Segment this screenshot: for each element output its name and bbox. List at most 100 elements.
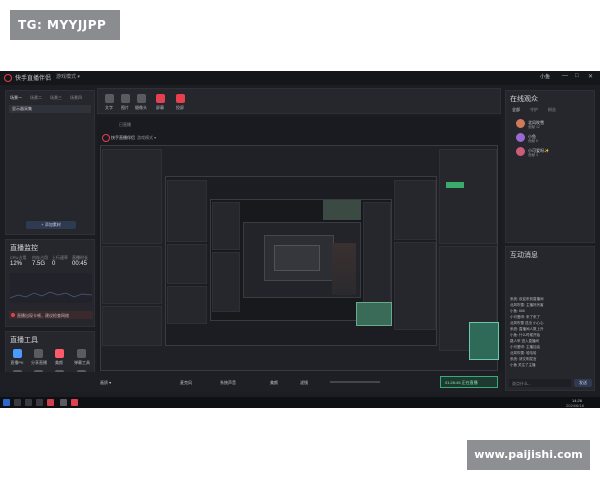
screen-icon: [155, 94, 165, 103]
taskbar-kuaishou-icon[interactable]: [47, 399, 54, 406]
nested3-right-panel: [363, 202, 391, 310]
title-bar: 快手直播伴侣 游戏模式 ▾ 小鱼 — □ ✕: [0, 71, 600, 85]
taskbar: 14:26 2024/6/18: [0, 397, 600, 408]
mode-select[interactable]: 游戏模式 ▾: [56, 73, 80, 80]
maximize-button[interactable]: □: [575, 73, 579, 79]
nested-screen-1: [100, 145, 499, 371]
tab-scene-3[interactable]: 场景三: [50, 95, 62, 101]
nested-screen-2: [165, 176, 437, 346]
screen-source-button[interactable]: 屏幕: [153, 94, 167, 111]
chat-input-placeholder: 说点什么...: [512, 380, 532, 386]
mic-button[interactable]: 麦克风: [180, 380, 192, 386]
close-button[interactable]: ✕: [588, 73, 593, 80]
filter-button[interactable]: 滤镜: [300, 380, 308, 386]
text-source-button[interactable]: 文字: [102, 94, 116, 111]
camera-source-button[interactable]: 摄像头: [134, 94, 148, 111]
alert-text: 直播出现卡顿，建议检查网络: [17, 312, 69, 318]
watermark-bottom: www.paijishi.com: [467, 440, 590, 470]
preview-area: 快手直播伴侣 游戏模式 ▾ 已直播: [97, 117, 501, 371]
taskbar-app-icon[interactable]: [71, 399, 78, 406]
tool-pk-button[interactable]: 直播PK: [10, 349, 24, 366]
tab-viewers-fans[interactable]: 粉丝: [548, 107, 556, 113]
nested-tools-panel: [102, 306, 162, 346]
chat-input[interactable]: 说点什么...: [509, 379, 571, 387]
tool-beauty-button[interactable]: 美颜: [52, 349, 66, 366]
nested2-tools-panel: [167, 286, 207, 324]
viewers-title: 在线观众: [510, 96, 538, 103]
nested2-viewers-panel: [394, 180, 436, 240]
taskbar-app-icon[interactable]: [25, 399, 32, 406]
monitor-panel: 直播监控 CPU占用 内存占用 上行速率 直播时长 12% 7.5G 0 00:…: [5, 239, 95, 327]
monitor-graph: [10, 273, 92, 303]
tool-share-live-button[interactable]: 分享直播: [31, 349, 47, 366]
chat-message: 小鱼 关注了主播: [510, 363, 536, 367]
tab-scene-2[interactable]: 场景二: [30, 95, 42, 101]
app-window: 快手直播伴侣 游戏模式 ▾ 小鱼 — □ ✕ 场景一 场景二 场景三 场景四 显…: [0, 71, 600, 408]
volume-slider[interactable]: [330, 381, 380, 383]
watermark-top: TG: MYYJJPP: [10, 10, 120, 40]
upload-value: 0: [52, 261, 56, 267]
memory-value: 7.5G: [32, 261, 46, 267]
nested-camera-feed: [323, 200, 361, 220]
chat-message: 系统: 欢迎来到直播间: [510, 297, 544, 301]
start-live-button[interactable]: 01:26:45 正在直播: [440, 376, 498, 388]
nested-viewers-panel: [439, 149, 497, 244]
tab-viewers-guard[interactable]: 守护: [530, 107, 538, 113]
tools-title: 直播工具: [10, 337, 38, 344]
minimize-button[interactable]: —: [562, 73, 568, 79]
tool-danmaku-button[interactable]: 弹幕工具: [74, 349, 90, 366]
viewer-item[interactable]: 小可爱呀✨ 贡献 3: [516, 147, 592, 159]
image-icon: [120, 94, 130, 103]
monitor-title: 直播监控: [10, 245, 38, 252]
system-audio-button[interactable]: 系统声音: [220, 380, 236, 386]
text-icon: [104, 94, 114, 103]
chat-message: 北风吹雪 送出 小心心: [510, 321, 544, 325]
viewer-contribution: 贡献 6: [528, 139, 538, 143]
viewer-item[interactable]: 北风吹雪 贡献 12: [516, 119, 592, 131]
nested-stats-popup: [469, 322, 499, 360]
live-status-text: 01:26:45 正在直播: [445, 380, 478, 385]
send-button[interactable]: 发送: [574, 379, 592, 387]
viewer-item[interactable]: 小鱼 贡献 6: [516, 133, 592, 145]
nested-green-tag: [446, 182, 464, 188]
nested4-inner: [274, 245, 320, 271]
beauty-button[interactable]: 美颜: [270, 380, 278, 386]
add-source-button[interactable]: + 添加素材: [26, 221, 76, 229]
chat-title: 互动消息: [510, 252, 538, 259]
source-toolbar: 文字 图片 摄像头 屏幕 投屏: [97, 88, 501, 114]
preview-title: 快手直播伴侣: [111, 135, 135, 140]
avatar: [516, 133, 525, 142]
nested4-figure: [332, 243, 356, 295]
viewer-contribution: 贡献 3: [528, 153, 538, 157]
chat-message: 小鱼: 666: [510, 309, 525, 313]
nested2-scene-panel: [167, 180, 207, 242]
avatar: [516, 119, 525, 128]
chat-message: 系统: 直播间人数上升: [510, 327, 544, 331]
taskbar-app-icon[interactable]: [60, 399, 67, 406]
nested-scene-panel: [102, 149, 162, 244]
quality-select[interactable]: 画质 ▾: [100, 380, 111, 386]
image-source-button[interactable]: 图片: [118, 94, 132, 111]
chat-message: 北风吹雪: 哈哈哈: [510, 351, 537, 355]
tab-viewers-all[interactable]: 全部: [512, 107, 520, 113]
tab-scene-4[interactable]: 场景四: [70, 95, 82, 101]
nested2-chat-panel: [394, 242, 436, 330]
windows-start-icon[interactable]: [3, 399, 10, 406]
nested-screen-4: [243, 222, 361, 298]
chat-message: 小可爱呀: 来了来了: [510, 315, 540, 319]
user-name[interactable]: 小鱼: [540, 73, 550, 80]
cast-icon: [175, 94, 185, 103]
alert-bar: 直播出现卡顿，建议检查网络: [9, 311, 93, 319]
tab-scene-1[interactable]: 场景一: [10, 95, 22, 101]
preview-mode: 游戏模式 ▾: [137, 135, 157, 140]
chat-panel: 互动消息 系统: 欢迎来到直播间 北风吹雪: 主播好厉害 小鱼: 666 小可爱…: [505, 246, 595, 391]
cast-source-button[interactable]: 投屏: [173, 94, 187, 111]
taskbar-app-icon[interactable]: [36, 399, 43, 406]
nested-monitor-panel: [102, 246, 162, 304]
scene-source-label: 显示器采集: [12, 106, 32, 111]
duration-value: 00:45: [72, 261, 88, 267]
scene-source-item[interactable]: 显示器采集: [9, 105, 91, 113]
taskbar-app-icon[interactable]: [14, 399, 21, 406]
preview-live-status: 已直播: [119, 122, 131, 127]
viewer-contribution: 贡献 12: [528, 125, 540, 129]
